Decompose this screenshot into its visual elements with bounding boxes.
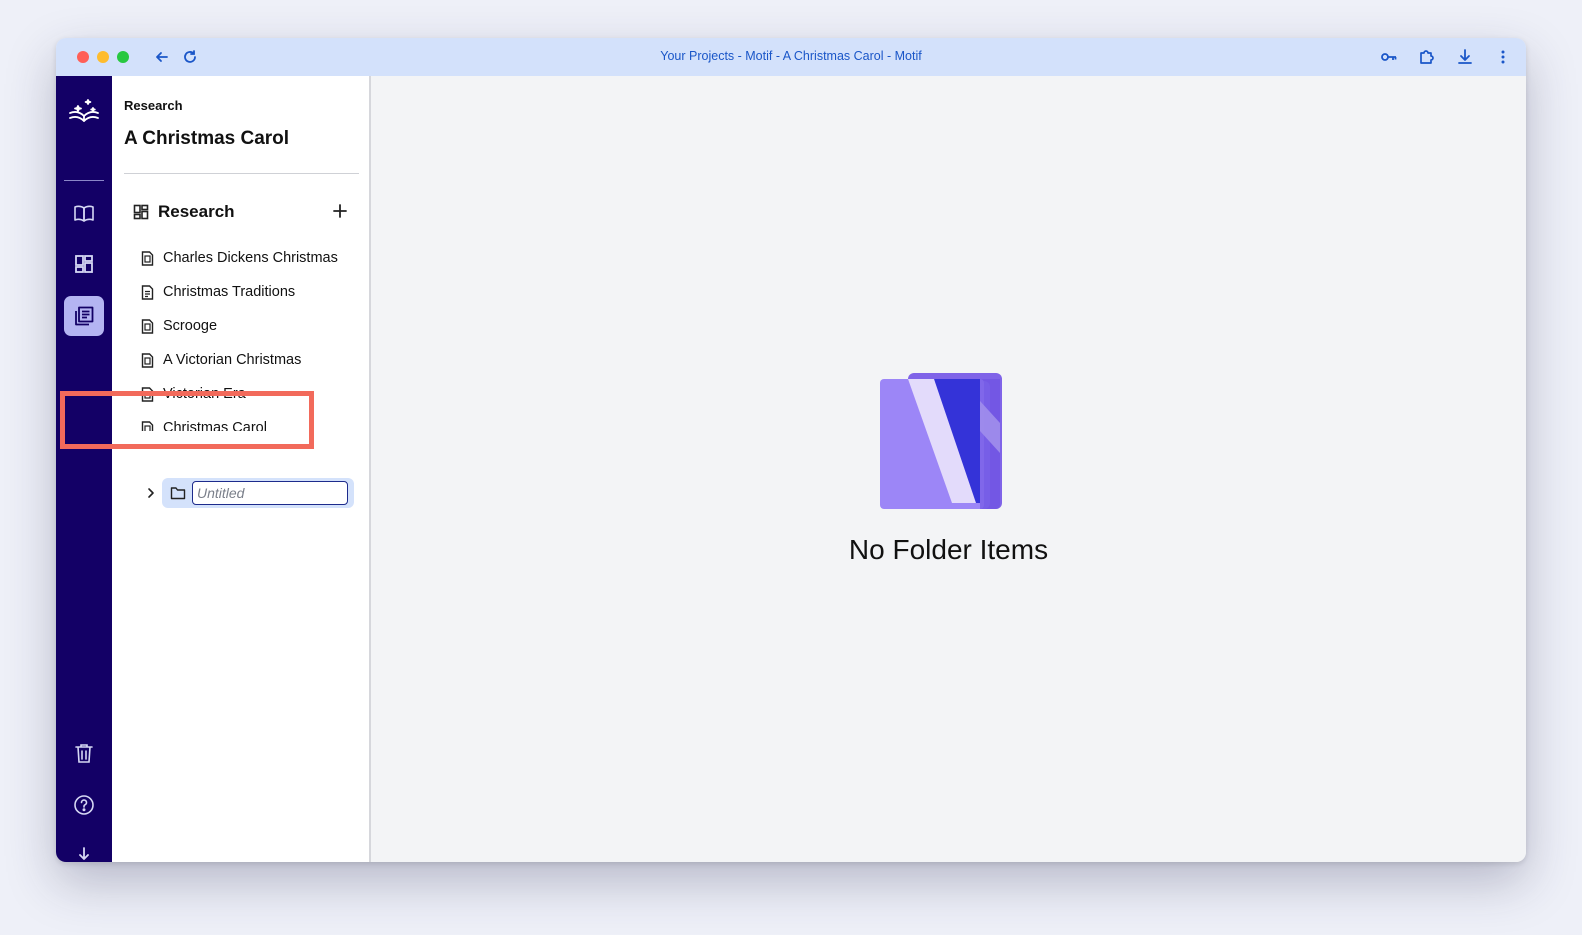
main-content: No Folder Items (371, 76, 1526, 862)
list-item-label: Christmas Traditions (163, 284, 296, 300)
list-item[interactable]: Scrooge (141, 309, 361, 343)
browser-menu-button[interactable] (1492, 46, 1514, 68)
list-item[interactable]: Charles Dickens Christmas (141, 241, 361, 275)
document-icon (141, 250, 154, 266)
app-rail (56, 76, 112, 862)
close-window-button[interactable] (77, 51, 89, 63)
empty-folder-illustration (880, 373, 1002, 509)
research-panel: Research A Christmas Carol Research Char… (112, 76, 371, 862)
list-item[interactable]: Christmas Traditions (141, 275, 361, 309)
plus-icon (333, 204, 347, 218)
list-item[interactable]: Victorian Era (141, 377, 361, 411)
section-header: Research (132, 202, 235, 222)
rail-item-research[interactable] (64, 296, 104, 336)
browser-titlebar: Your Projects - Motif - A Christmas Caro… (56, 38, 1526, 76)
browser-toolbar-right (1378, 46, 1526, 68)
chevron-right-icon[interactable] (144, 486, 158, 500)
reload-button[interactable] (179, 46, 201, 68)
research-list: Charles Dickens Christmas Christmas Trad… (141, 241, 361, 431)
list-item-label: Christmas Carol (163, 420, 267, 431)
rail-item-trash[interactable] (64, 733, 104, 773)
dashboard-icon (133, 204, 149, 220)
download-icon (79, 847, 89, 860)
list-item[interactable]: Christmas Carol (141, 411, 361, 431)
browser-title: Your Projects - Motif - A Christmas Caro… (660, 49, 922, 63)
document-icon (141, 386, 154, 402)
list-item-label: Charles Dickens Christmas (163, 250, 338, 266)
text-document-icon (141, 284, 154, 300)
rail-divider (64, 180, 104, 181)
key-icon (1381, 53, 1397, 61)
document-icon (141, 352, 154, 368)
minimize-window-button[interactable] (97, 51, 109, 63)
reload-icon (184, 50, 196, 63)
rail-item-dashboard[interactable] (64, 244, 104, 284)
folder-name-input[interactable] (192, 481, 348, 505)
book-icon (74, 205, 94, 222)
password-button[interactable] (1378, 46, 1400, 68)
empty-state-text: No Folder Items (848, 534, 1049, 565)
project-title: A Christmas Carol (124, 128, 290, 149)
downloads-button[interactable] (1454, 46, 1476, 68)
document-icon (141, 318, 154, 334)
rail-item-manuscript[interactable] (64, 193, 104, 233)
maximize-window-button[interactable] (117, 51, 129, 63)
download-icon (1458, 49, 1472, 64)
document-icon (141, 420, 154, 431)
browser-window: Your Projects - Motif - A Christmas Caro… (56, 38, 1526, 862)
arrow-left-icon (156, 52, 168, 62)
list-item-label: Victorian Era (163, 386, 246, 402)
breadcrumb: Research (124, 98, 183, 113)
list-item[interactable]: A Victorian Christmas (141, 343, 361, 377)
list-item-label: Scrooge (163, 318, 218, 334)
back-button[interactable] (151, 46, 173, 68)
more-vertical-icon (1501, 50, 1505, 64)
dashboard-icon (75, 255, 93, 273)
trash-icon (75, 744, 93, 763)
rail-item-export[interactable] (64, 836, 104, 862)
folder-icon (170, 487, 186, 500)
new-folder-item[interactable] (162, 478, 354, 508)
panel-divider (124, 173, 359, 174)
rail-item-help[interactable] (64, 785, 104, 825)
list-item-label: A Victorian Christmas (163, 352, 302, 368)
help-icon (74, 795, 94, 815)
extensions-button[interactable] (1416, 46, 1438, 68)
puzzle-icon (1420, 50, 1434, 64)
window-controls (77, 51, 129, 63)
research-icon (75, 306, 94, 326)
section-label: Research (158, 202, 235, 221)
motif-logo-icon[interactable] (66, 96, 102, 126)
new-folder-row (144, 478, 354, 508)
add-item-button[interactable] (331, 202, 349, 220)
